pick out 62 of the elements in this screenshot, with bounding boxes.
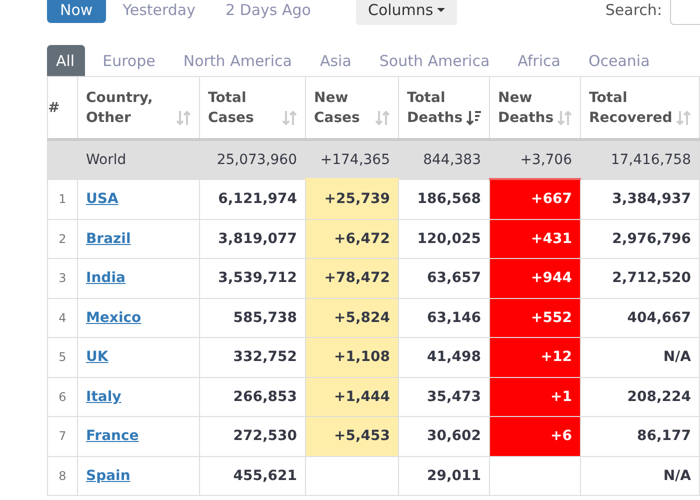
rank-number: 4	[48, 298, 78, 338]
table-cell: 404,667	[580, 298, 700, 338]
table-cell: 2,712,520	[580, 258, 700, 298]
region-tab[interactable]: Africa	[508, 45, 570, 76]
table-cell: 2,976,796	[580, 219, 700, 258]
table-cell: +667	[490, 179, 580, 219]
table-cell: N/A	[580, 338, 700, 377]
region-tab[interactable]: North America	[174, 45, 302, 76]
date-tab[interactable]: Yesterday	[110, 0, 208, 23]
region-name: World	[78, 140, 200, 179]
region-tab[interactable]: Oceania	[579, 45, 660, 76]
date-tab[interactable]: 2 Days Ago	[212, 0, 324, 23]
caret-icon	[437, 8, 446, 12]
table-cell: 25,073,960	[200, 140, 306, 179]
table-cell: N/A	[580, 456, 700, 496]
region-tab[interactable]: South America	[370, 45, 500, 76]
table-cell: +1	[490, 377, 580, 416]
search-field[interactable]	[670, 0, 700, 25]
table-cell: 17,416,758	[580, 140, 700, 179]
country-link[interactable]: Mexico	[86, 310, 142, 326]
country-link[interactable]: Brazil	[86, 230, 131, 247]
table-cell: 844,383	[398, 140, 490, 179]
column-header[interactable]: #	[48, 98, 60, 118]
table-cell: +431	[490, 219, 580, 258]
table-cell: +552	[490, 298, 580, 338]
country-link[interactable]: Spain	[86, 468, 130, 484]
table-cell: +6,472	[306, 219, 398, 258]
rank-number: 6	[48, 377, 78, 416]
search-label: Search:	[605, 1, 662, 19]
country-link[interactable]: Italy	[86, 388, 122, 405]
table-cell: +1,108	[306, 338, 398, 377]
table-cell: +1,444	[306, 377, 398, 416]
table-cell: +25,739	[306, 179, 398, 219]
rank-number: 8	[48, 456, 78, 496]
country-link[interactable]: UK	[86, 349, 108, 366]
table-cell: +6	[490, 416, 580, 456]
table-cell: +5,453	[306, 416, 398, 456]
table-cell: 3,384,937	[580, 179, 700, 219]
table-cell: +78,472	[306, 258, 398, 298]
columns-button[interactable]: Columns	[356, 0, 458, 25]
table-cell: 29,011	[398, 456, 490, 496]
country-link[interactable]: India	[86, 270, 126, 286]
rank-number: 5	[48, 338, 78, 377]
table-cell: +174,365	[306, 140, 398, 179]
table-cell: +944	[490, 258, 580, 298]
sort-icon[interactable]	[466, 110, 481, 126]
table-cell: 86,177	[580, 416, 700, 456]
table-cell: +12	[490, 338, 580, 377]
rank-number: 3	[48, 258, 78, 298]
country-link[interactable]: USA	[86, 191, 118, 207]
rank-number: 2	[48, 219, 78, 258]
table-cell: 455,621	[200, 456, 306, 496]
table-cell: 208,224	[580, 377, 700, 416]
table-cell: +5,824	[306, 298, 398, 338]
date-tab[interactable]: Now	[47, 0, 106, 23]
country-link[interactable]: France	[86, 428, 139, 444]
rank-number: 1	[48, 179, 78, 219]
region-tab[interactable]: Europe	[94, 45, 166, 76]
table-cell: +3,706	[490, 140, 580, 179]
rank-number: 7	[48, 416, 78, 456]
region-tab[interactable]: All	[47, 45, 85, 76]
region-tab[interactable]: Asia	[310, 45, 362, 76]
